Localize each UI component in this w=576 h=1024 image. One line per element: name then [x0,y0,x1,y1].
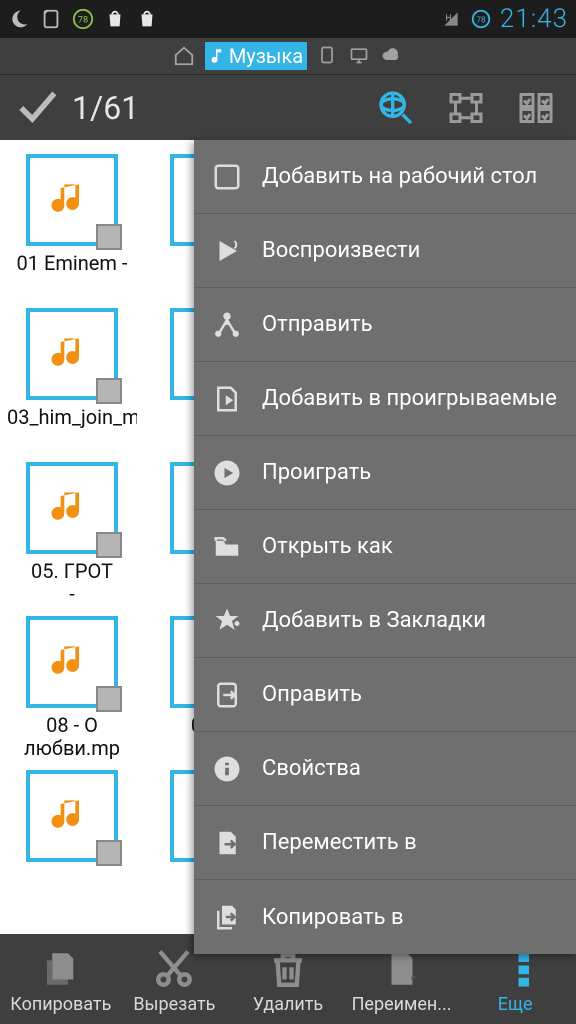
scissors-icon [153,948,195,990]
file-label: 08 - О любви.mp [7,714,137,762]
more-button[interactable]: Еще [460,948,570,1015]
music-file-icon [46,634,90,688]
open-as-icon [210,530,244,564]
menu-item-label: Копировать в [262,905,404,930]
selection-counter: 1/61 [72,89,139,127]
svg-text:78: 78 [476,16,486,26]
add-desktop-icon [210,160,244,194]
menu-item-label: Свойства [262,756,361,781]
breadcrumb: Музыка [0,38,576,74]
file-thumb [26,770,118,862]
status-icon-clock: 78 [470,8,492,30]
file-label: 01 Eminem - [17,252,128,300]
file-item[interactable]: 03_him_join_me_in_ [0,300,144,454]
menu-item-move-to[interactable]: Переместить в [194,806,576,880]
copy-icon [40,948,82,990]
play2-icon [210,456,244,490]
menu-item-open-as[interactable]: Открыть как [194,510,576,584]
cut-label: Вырезать [133,994,215,1015]
menu-item-play[interactable]: Воспроизвести [194,214,576,288]
add-playing-icon [210,382,244,416]
selection-toolbar: 1/61 [0,74,576,140]
menu-item-share[interactable]: Оправить [194,658,576,732]
menu-item-play2[interactable]: Проиграть [194,436,576,510]
music-file-icon [46,788,90,842]
share-icon [210,678,244,712]
copy-label: Копировать [10,994,111,1015]
status-time: 21:43 [500,4,568,34]
select-all-button[interactable] [510,82,562,134]
move-to-icon [210,826,244,860]
menu-item-add-desktop[interactable]: Добавить на рабочий стол [194,140,576,214]
music-note-icon [207,47,225,65]
status-icon-bag [104,8,126,30]
menu-item-bookmark[interactable]: Добавить в Закладки [194,584,576,658]
selection-overlay-icon [96,532,122,558]
android-status-bar: 78 H 78 21:43 [0,0,576,38]
copy-to-icon [210,900,244,934]
web-search-button[interactable] [370,82,422,134]
more-label: Еще [498,994,533,1015]
menu-item-label: Оправить [262,682,362,707]
file-thumb [26,154,118,246]
menu-item-label: Отправить [262,312,373,337]
send-icon [210,308,244,342]
desktop-icon[interactable] [349,45,371,67]
menu-item-properties[interactable]: Свойства [194,732,576,806]
delete-label: Удалить [253,994,323,1015]
selection-overlay-icon [96,378,122,404]
home-icon[interactable] [173,45,195,67]
delete-button[interactable]: Удалить [233,948,343,1015]
file-label: 05. ГРОТ - [31,560,113,608]
menu-item-label: Добавить в проигрываемые [262,386,557,411]
file-label: 03_him_join_me_in_ [7,406,137,454]
play-icon [210,234,244,268]
menu-item-label: Проиграть [262,460,371,485]
file-item[interactable]: 08 - О любви.mp [0,608,144,762]
music-file-icon [46,480,90,534]
bookmark-icon [210,604,244,638]
selection-overlay-icon [96,840,122,866]
file-item[interactable] [0,762,144,916]
menu-item-label: Переместить в [262,830,417,855]
menu-item-label: Открыть как [262,534,393,559]
file-item[interactable]: 01 Eminem - [0,146,144,300]
status-icon-network: H [440,8,462,30]
properties-icon [210,752,244,786]
file-thumb [26,616,118,708]
selection-overlay-icon [96,686,122,712]
status-icon-moon [8,8,30,30]
tree-view-button[interactable] [440,82,492,134]
menu-item-label: Добавить на рабочий стол [262,164,537,189]
rename-button[interactable]: Переимен... [347,948,457,1015]
menu-item-label: Воспроизвести [262,238,420,263]
music-file-icon [46,326,90,380]
status-icon-sd [40,8,62,30]
breadcrumb-music[interactable]: Музыка [205,42,307,70]
music-file-icon [46,172,90,226]
tablet-icon[interactable] [317,45,339,67]
menu-item-add-playing[interactable]: Добавить в проигрываемые [194,362,576,436]
status-icon-battery-badge: 78 [72,8,94,30]
menu-item-copy-to[interactable]: Копировать в [194,880,576,954]
confirm-check-icon[interactable] [14,86,58,130]
context-menu: Добавить на рабочий стол Воспроизвести Отп… [194,140,576,954]
cloud-icon[interactable] [381,45,403,67]
menu-item-label: Добавить в Закладки [262,608,486,633]
breadcrumb-label: Музыка [229,44,303,68]
status-icon-bag-2 [136,8,158,30]
svg-text:78: 78 [78,16,88,26]
selection-overlay-icon [96,224,122,250]
menu-item-send[interactable]: Отправить [194,288,576,362]
copy-button[interactable]: Копировать [6,948,116,1015]
file-thumb [26,462,118,554]
file-item[interactable]: 05. ГРОТ - [0,454,144,608]
rename-label: Переимен... [352,994,452,1015]
file-thumb [26,308,118,400]
cut-button[interactable]: Вырезать [119,948,229,1015]
